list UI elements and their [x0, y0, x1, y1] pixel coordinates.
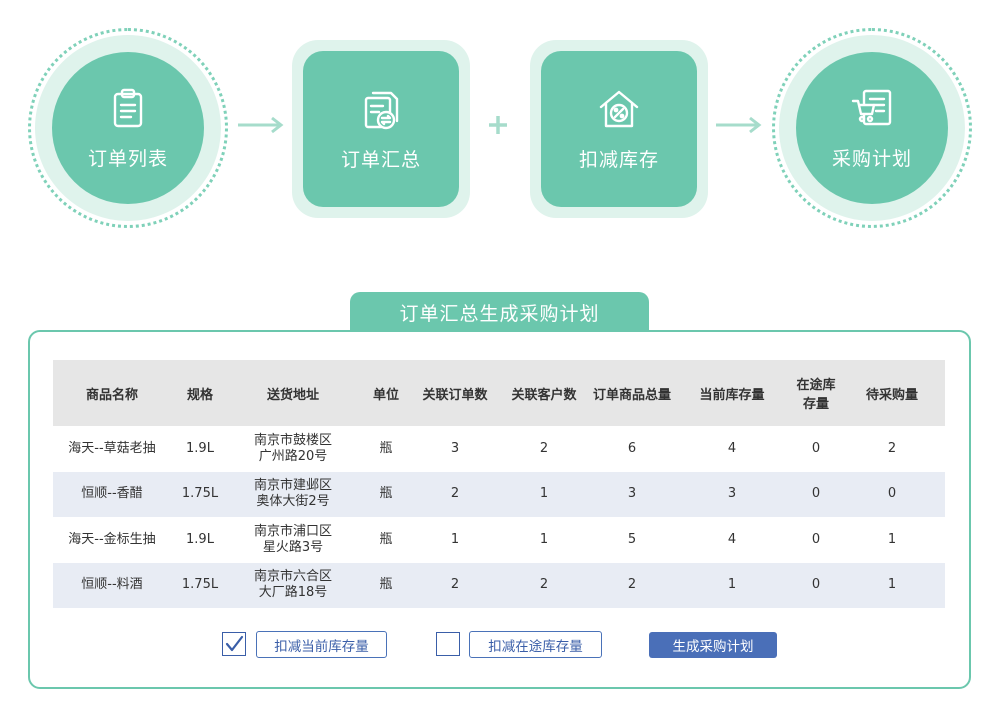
in-transit-stock: 0 [793, 562, 839, 608]
current-stock: 4 [671, 426, 793, 472]
unit: 瓶 [357, 517, 415, 563]
delivery-address: 南京市建邺区 奥体大街2号 [229, 471, 357, 517]
step-label: 订单列表 [87, 147, 168, 170]
cart-list-icon [851, 89, 892, 125]
order-total: 6 [593, 426, 671, 472]
spec: 1.75L [171, 471, 229, 517]
step-purchase-plan[interactable]: 采购计划 [772, 28, 972, 228]
column-header: 单位 [357, 360, 415, 426]
table-row: 恒顺--料酒 1.75L 南京市六合区 大厂路18号 瓶 2 2 2 1 0 1 [53, 562, 945, 608]
column-header: 关联订单数 [415, 360, 495, 426]
unit: 瓶 [357, 562, 415, 608]
product-name: 海天--金标生抽 [53, 517, 171, 563]
deduct-in-transit-stock-checkbox[interactable] [436, 632, 460, 656]
to-purchase: 0 [839, 471, 945, 517]
generate-purchase-plan-button[interactable]: 生成采购计划 [649, 632, 777, 658]
linked-orders-link[interactable]: 1 [415, 517, 495, 563]
linked-customers: 2 [495, 562, 593, 608]
in-transit-stock: 0 [793, 471, 839, 517]
spec: 1.9L [171, 426, 229, 472]
in-transit-stock: 0 [793, 517, 839, 563]
panel-title: 订单汇总生成采购计划 [350, 292, 649, 332]
step-label: 订单汇总 [340, 148, 421, 171]
table-header-row: 商品名称 规格 送货地址 单位 关联订单数 关联客户数 订单商品总量 当前库存量… [53, 360, 945, 426]
current-stock: 1 [671, 562, 793, 608]
table-row: 海天--草菇老抽 1.9L 南京市鼓楼区 广州路20号 瓶 3 2 6 4 0 2 [53, 426, 945, 472]
unit: 瓶 [357, 471, 415, 517]
document-exchange-icon [364, 91, 399, 129]
house-percent-icon [599, 90, 639, 127]
linked-orders-link[interactable]: 2 [415, 471, 495, 517]
order-summary-table: 商品名称 规格 送货地址 单位 关联订单数 关联客户数 订单商品总量 当前库存量… [53, 360, 945, 608]
column-header: 关联客户数 [495, 360, 593, 426]
clipboard-list-icon [113, 88, 143, 127]
arrow-right-icon [716, 116, 762, 134]
table-row: 海天--金标生抽 1.9L 南京市浦口区 星火路3号 瓶 1 1 5 4 0 1 [53, 517, 945, 563]
column-header: 送货地址 [229, 360, 357, 426]
plus-icon [489, 116, 507, 134]
deduct-current-stock-checkbox[interactable] [222, 632, 246, 656]
step-label: 扣减库存 [578, 148, 659, 171]
table-row: 恒顺--香醋 1.75L 南京市建邺区 奥体大街2号 瓶 2 1 3 3 0 0 [53, 471, 945, 517]
deduct-in-transit-stock-button[interactable]: 扣减在途库存量 [469, 631, 602, 658]
column-header: 订单商品总量 [593, 360, 671, 426]
in-transit-stock: 0 [793, 426, 839, 472]
to-purchase: 2 [839, 426, 945, 472]
product-name: 恒顺--料酒 [53, 562, 171, 608]
column-header: 规格 [171, 360, 229, 426]
spec: 1.75L [171, 562, 229, 608]
column-header: 当前库存量 [671, 360, 793, 426]
column-header: 在途库存量 [793, 360, 839, 426]
to-purchase: 1 [839, 562, 945, 608]
deduct-current-stock-button[interactable]: 扣减当前库存量 [256, 631, 387, 658]
column-header: 待采购量 [839, 360, 945, 426]
order-total: 5 [593, 517, 671, 563]
step-label: 采购计划 [831, 147, 912, 170]
delivery-address: 南京市六合区 大厂路18号 [229, 562, 357, 608]
step-deduct-stock[interactable]: 扣减库存 [530, 40, 708, 218]
order-total: 2 [593, 562, 671, 608]
order-total: 3 [593, 471, 671, 517]
checkmark-icon [225, 635, 244, 652]
linked-orders-link[interactable]: 2 [415, 562, 495, 608]
product-name: 海天--草菇老抽 [53, 426, 171, 472]
product-name: 恒顺--香醋 [53, 471, 171, 517]
step-order-list[interactable]: 订单列表 [28, 28, 228, 228]
linked-orders-link[interactable]: 3 [415, 426, 495, 472]
unit: 瓶 [357, 426, 415, 472]
step-order-summary[interactable]: 订单汇总 [292, 40, 470, 218]
delivery-address: 南京市浦口区 星火路3号 [229, 517, 357, 563]
linked-customers: 1 [495, 471, 593, 517]
current-stock: 3 [671, 471, 793, 517]
linked-customers: 1 [495, 517, 593, 563]
current-stock: 4 [671, 517, 793, 563]
delivery-address: 南京市鼓楼区 广州路20号 [229, 426, 357, 472]
column-header: 商品名称 [53, 360, 171, 426]
to-purchase: 1 [839, 517, 945, 563]
arrow-right-icon [238, 116, 284, 134]
spec: 1.9L [171, 517, 229, 563]
linked-customers: 2 [495, 426, 593, 472]
